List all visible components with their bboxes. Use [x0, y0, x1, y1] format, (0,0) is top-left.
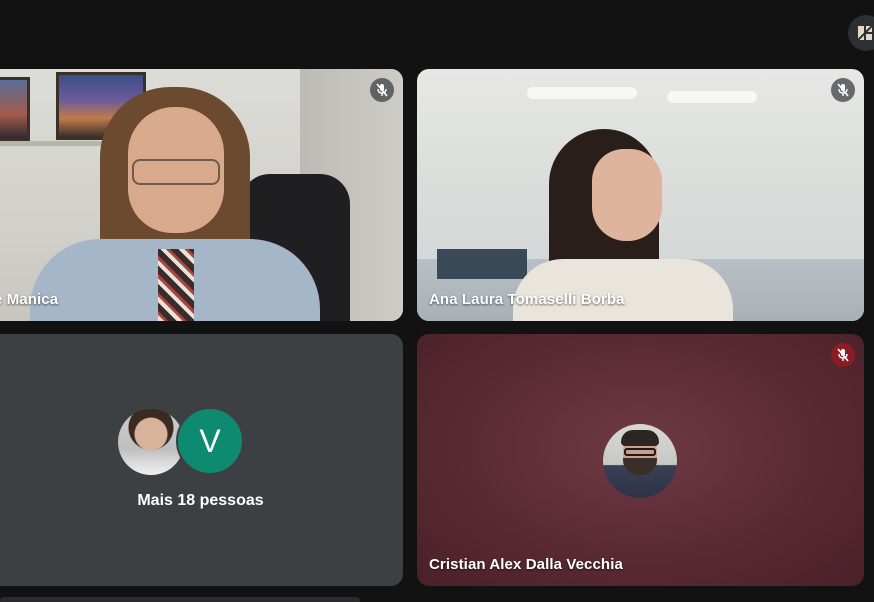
mic-off-icon: [831, 343, 855, 367]
participant-tile[interactable]: Ana Laura Tomaselli Borba: [417, 69, 864, 321]
mic-off-icon: [370, 78, 394, 102]
more-participants-label: Mais 18 pessoas: [137, 492, 264, 509]
video-feed: [0, 69, 403, 321]
layout-toggle-button[interactable]: [848, 15, 874, 51]
participant-name: Ana Laura Tomaselli Borba: [429, 291, 625, 308]
avatar-letter: V: [199, 422, 221, 459]
participant-name: Cristian Alex Dalla Vecchia: [429, 556, 623, 573]
video-feed: [417, 69, 864, 321]
participant-name: e Manica: [0, 291, 59, 308]
more-participants-tile[interactable]: V Mais 18 pessoas: [0, 334, 403, 586]
avatar: [118, 409, 184, 475]
mic-off-icon: [831, 78, 855, 102]
bottom-bar: [0, 597, 360, 602]
avatar: [603, 424, 677, 498]
avatar: V: [176, 407, 244, 475]
participant-tile[interactable]: e Manica: [0, 69, 403, 321]
layout-grid-icon: [857, 25, 873, 41]
participant-tile[interactable]: Cristian Alex Dalla Vecchia: [417, 334, 864, 586]
avatar-stack: V: [118, 407, 248, 477]
meeting-stage: e Manica Ana Laura Tomaselli Borba V Mai…: [0, 0, 874, 602]
